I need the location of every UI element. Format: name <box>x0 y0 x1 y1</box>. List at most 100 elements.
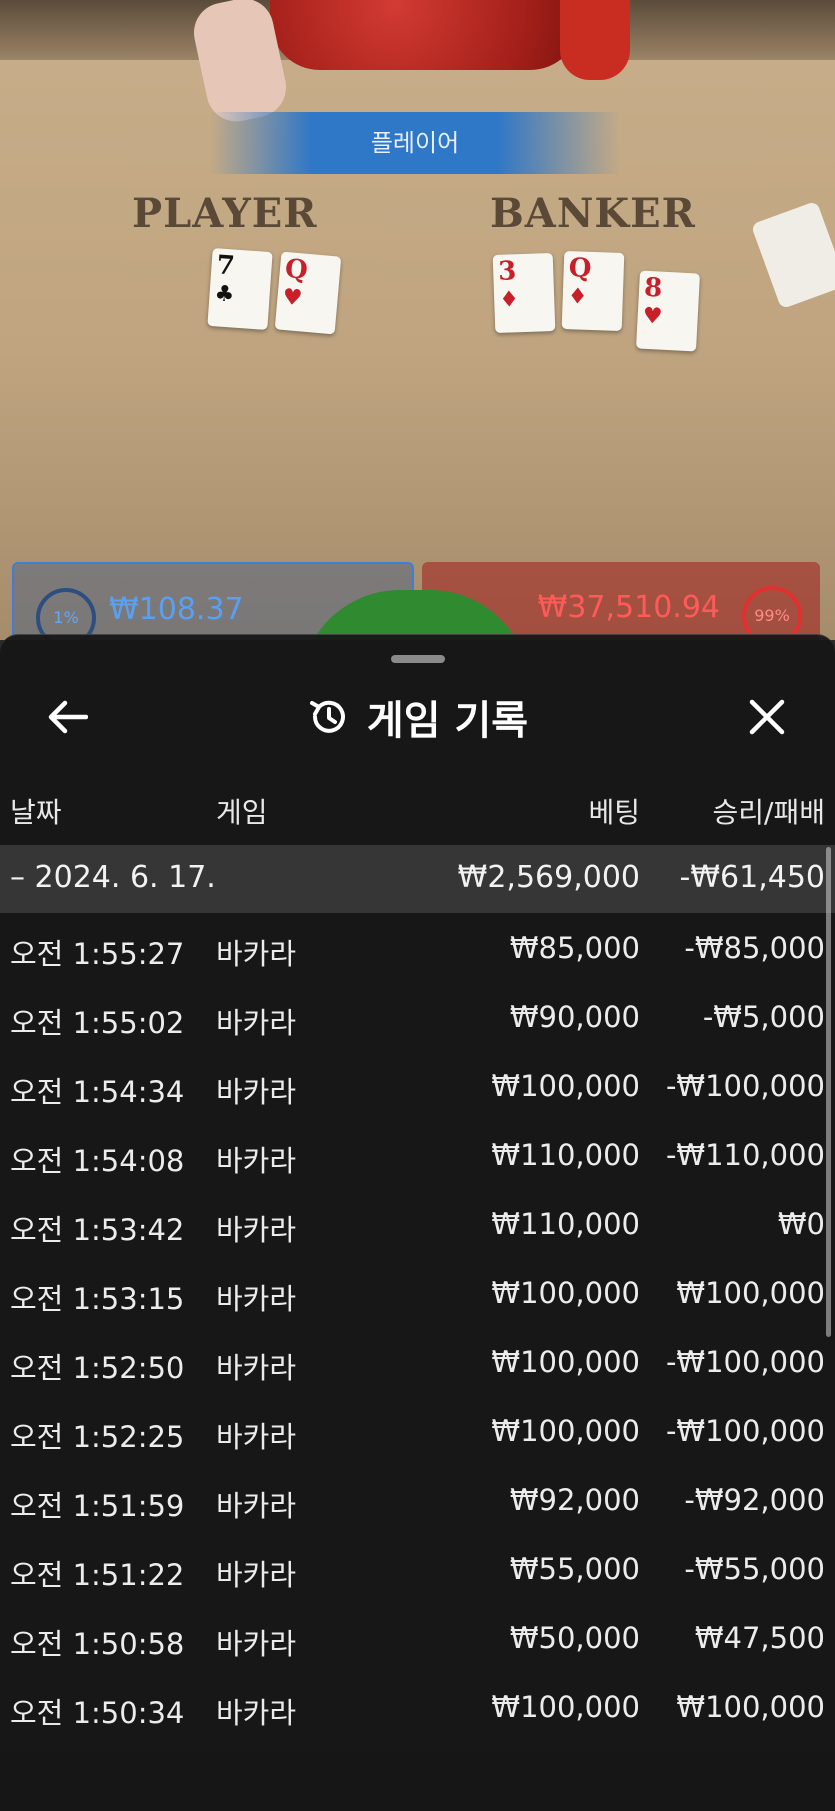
row-time: 오전 1:55:02 <box>10 1006 185 1040</box>
row-time: 오전 1:54:08 <box>10 1144 185 1178</box>
player-card: 7 ♣ <box>207 248 273 330</box>
row-result: ₩100,000 <box>676 1690 825 1724</box>
row-result: -₩100,000 <box>665 1345 825 1379</box>
history-row[interactable]: 오전 1:54:08 바카라 ₩110,000 -₩110,000 <box>0 1120 835 1189</box>
row-game: 바카라 <box>216 1075 297 1109</box>
row-result: -₩5,000 <box>702 1000 825 1034</box>
row-time: 오전 1:51:59 <box>10 1489 185 1523</box>
date-summary-row[interactable]: – 2024. 6. 17. ₩2,569,000 -₩61,450 <box>0 845 835 913</box>
summary-date: – 2024. 6. 17. <box>10 860 216 895</box>
row-result: ₩0 <box>777 1207 825 1241</box>
row-time: 오전 1:51:22 <box>10 1558 185 1592</box>
row-time: 오전 1:52:50 <box>10 1351 185 1385</box>
banker-card: 3 ♦ <box>492 252 556 334</box>
history-row[interactable]: 오전 1:52:25 바카라 ₩100,000 -₩100,000 <box>0 1396 835 1465</box>
sheet-title-text: 게임 기록 <box>366 698 529 744</box>
history-row[interactable]: 오전 1:55:02 바카라 ₩90,000 -₩5,000 <box>0 982 835 1051</box>
row-time: 오전 1:53:15 <box>10 1282 185 1316</box>
row-bet: ₩100,000 <box>491 1414 640 1448</box>
banker-card: 8 ♥ <box>636 270 700 352</box>
row-game: 바카라 <box>216 1489 297 1523</box>
row-result: -₩55,000 <box>684 1552 825 1586</box>
row-time: 오전 1:52:25 <box>10 1420 185 1454</box>
row-game: 바카라 <box>216 937 297 971</box>
header-result: 승리/패배 <box>712 796 825 829</box>
card-rank: 3 <box>497 256 517 287</box>
row-bet: ₩85,000 <box>509 931 640 965</box>
row-bet: ₩100,000 <box>491 1276 640 1310</box>
summary-result: -₩61,450 <box>679 860 825 895</box>
row-game: 바카라 <box>216 1558 297 1592</box>
history-clock-icon <box>309 700 345 733</box>
dealer-arm <box>560 0 630 80</box>
history-row[interactable]: 오전 1:52:50 바카라 ₩100,000 -₩100,000 <box>0 1327 835 1396</box>
card-suit-icon: ♥ <box>281 283 304 312</box>
card-rank: Q <box>283 253 309 286</box>
scrollbar[interactable] <box>826 847 831 1337</box>
banker-card: Q ♦ <box>561 250 625 332</box>
card-suit-icon: ♣ <box>213 280 236 308</box>
header-bet: 베팅 <box>588 796 640 829</box>
row-result: -₩100,000 <box>665 1069 825 1103</box>
row-result: -₩100,000 <box>665 1414 825 1448</box>
card-rank: 8 <box>643 272 664 304</box>
row-bet: ₩90,000 <box>509 1000 640 1034</box>
sheet-title: 게임 기록 <box>0 685 835 749</box>
banker-label: BANKER <box>490 190 696 237</box>
banker-bet-amount: ₩37,510.94 <box>537 590 720 625</box>
row-result: ₩100,000 <box>676 1276 825 1310</box>
row-result: -₩92,000 <box>684 1483 825 1517</box>
history-row[interactable]: 오전 1:55:27 바카라 ₩85,000 -₩85,000 <box>0 913 835 982</box>
row-bet: ₩100,000 <box>491 1345 640 1379</box>
row-time: 오전 1:50:34 <box>10 1696 185 1730</box>
row-result: -₩110,000 <box>665 1138 825 1172</box>
history-row[interactable]: 오전 1:53:15 바카라 ₩100,000 ₩100,000 <box>0 1258 835 1327</box>
row-time: 오전 1:55:27 <box>10 937 185 971</box>
result-announcement: 플레이어 <box>210 112 620 174</box>
history-list: 오전 1:55:27 바카라 ₩85,000 -₩85,000 오전 1:55:02 바카… <box>0 913 835 1741</box>
row-game: 바카라 <box>216 1213 297 1247</box>
row-game: 바카라 <box>216 1696 297 1730</box>
history-row[interactable]: 오전 1:54:34 바카라 ₩100,000 -₩100,000 <box>0 1051 835 1120</box>
player-card: Q ♥ <box>274 251 342 335</box>
header-date: 날짜 <box>10 796 62 829</box>
history-table-header: 날짜 게임 베팅 승리/패배 <box>0 779 835 835</box>
close-button[interactable] <box>735 685 799 749</box>
card-suit-icon: ♦ <box>498 286 520 313</box>
card-suit-icon: ♥ <box>642 302 664 330</box>
header-game: 게임 <box>216 796 268 829</box>
back-button[interactable] <box>36 685 100 749</box>
sheet-drag-handle[interactable] <box>391 655 445 663</box>
baccarat-table <box>0 0 835 640</box>
player-label: PLAYER <box>132 190 318 237</box>
row-bet: ₩110,000 <box>491 1207 640 1241</box>
row-bet: ₩100,000 <box>491 1069 640 1103</box>
row-game: 바카라 <box>216 1420 297 1454</box>
history-row[interactable]: 오전 1:50:34 바카라 ₩100,000 ₩100,000 <box>0 1672 835 1741</box>
history-row[interactable]: 오전 1:51:22 바카라 ₩55,000 -₩55,000 <box>0 1534 835 1603</box>
row-game: 바카라 <box>216 1144 297 1178</box>
row-time: 오전 1:54:34 <box>10 1075 185 1109</box>
row-game: 바카라 <box>216 1006 297 1040</box>
row-bet: ₩50,000 <box>509 1621 640 1655</box>
history-row[interactable]: 오전 1:50:58 바카라 ₩50,000 ₩47,500 <box>0 1603 835 1672</box>
row-result: -₩85,000 <box>684 931 825 965</box>
row-bet: ₩55,000 <box>509 1552 640 1586</box>
card-rank: 7 <box>215 250 236 282</box>
row-bet: ₩110,000 <box>491 1138 640 1172</box>
row-result: ₩47,500 <box>694 1621 825 1655</box>
row-bet: ₩92,000 <box>509 1483 640 1517</box>
row-game: 바카라 <box>216 1627 297 1661</box>
row-game: 바카라 <box>216 1351 297 1385</box>
row-time: 오전 1:50:58 <box>10 1627 185 1661</box>
row-time: 오전 1:53:42 <box>10 1213 185 1247</box>
close-icon <box>749 699 785 735</box>
history-row[interactable]: 오전 1:53:42 바카라 ₩110,000 ₩0 <box>0 1189 835 1258</box>
history-row[interactable]: 오전 1:51:59 바카라 ₩92,000 -₩92,000 <box>0 1465 835 1534</box>
game-history-sheet: 게임 기록 날짜 게임 베팅 승리/패배 – 2024. 6. 17. ₩2,5… <box>0 634 835 1811</box>
arrow-left-icon <box>48 700 88 734</box>
row-game: 바카라 <box>216 1282 297 1316</box>
card-suit-icon: ♦ <box>567 283 588 310</box>
player-bet-amount: ₩108.37 <box>109 592 244 627</box>
dealer <box>270 0 580 70</box>
